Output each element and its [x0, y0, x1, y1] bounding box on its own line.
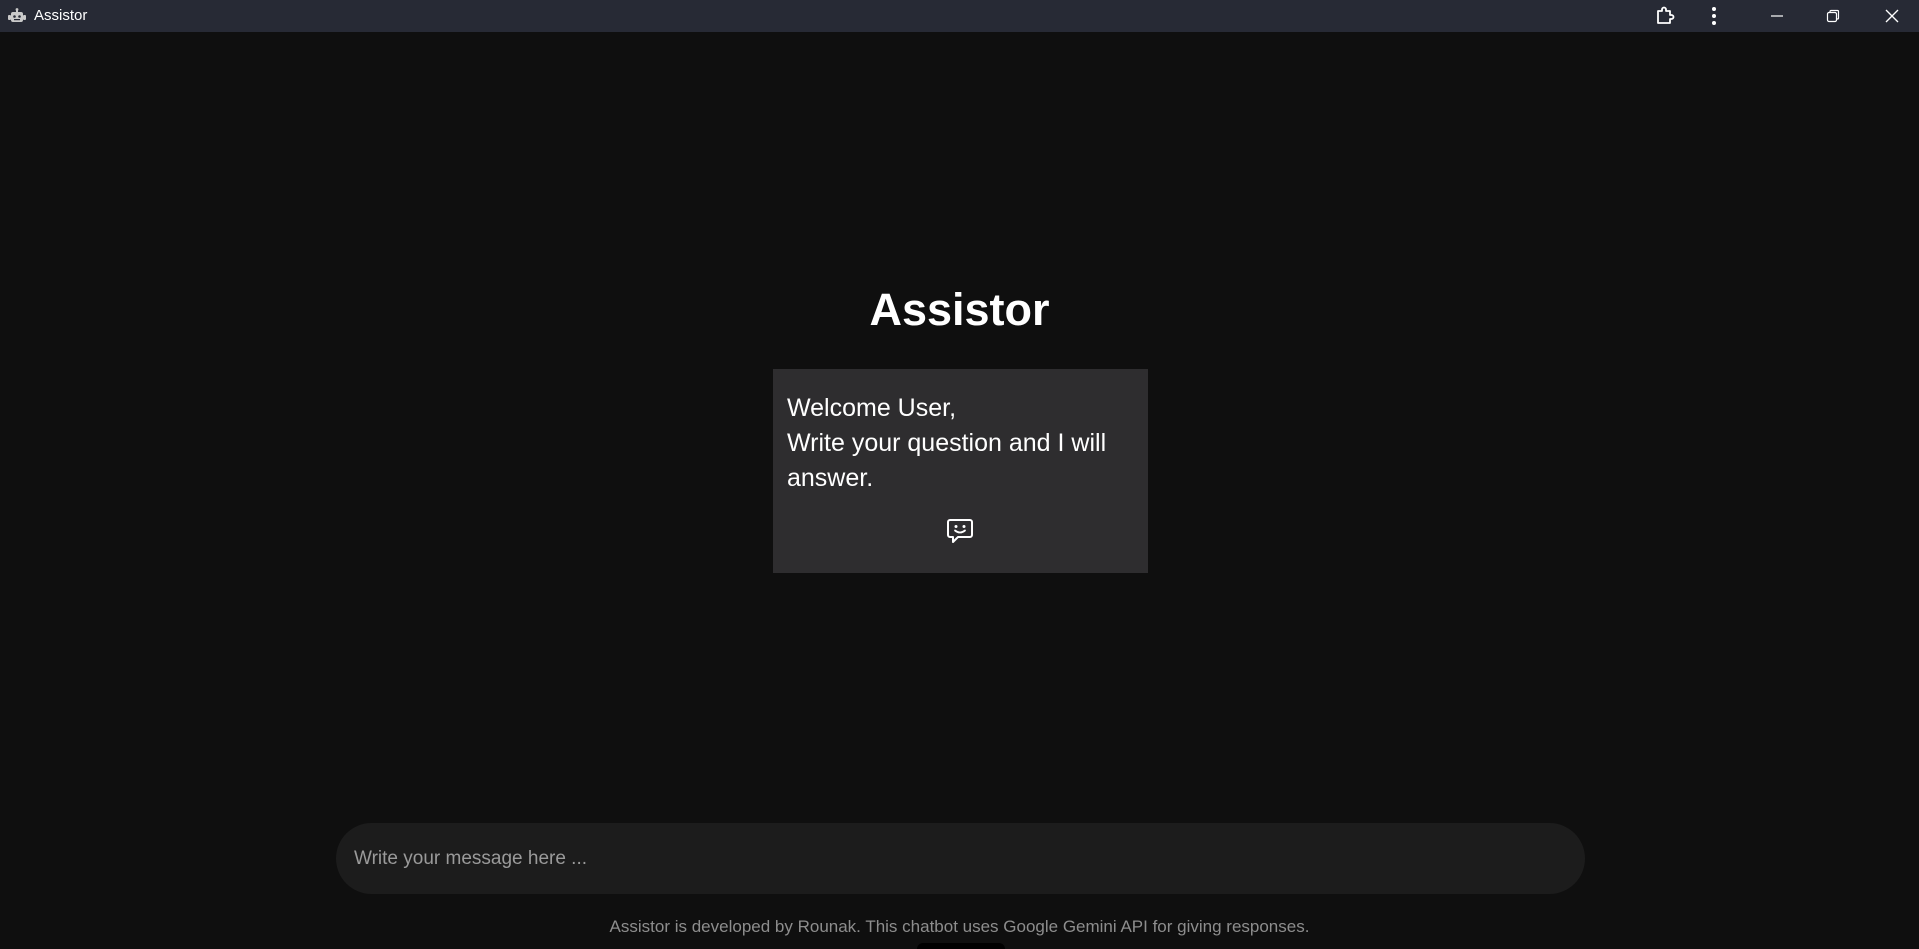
app-window: Assistor Assistor Welcome User, Write yo… — [0, 0, 1919, 949]
footer-note: Assistor is developed by Rounak. This ch… — [609, 917, 1310, 936]
welcome-greeting: Welcome User, — [787, 394, 957, 422]
title-bar: Assistor — [0, 0, 1919, 32]
welcome-instruction: Write your question and I will answer. — [787, 429, 1107, 492]
extension-button[interactable] — [1650, 0, 1680, 32]
close-icon — [1885, 9, 1898, 23]
welcome-card: Welcome User, Write your question and I … — [773, 369, 1148, 573]
close-button[interactable] — [1864, 0, 1919, 32]
message-input[interactable] — [354, 823, 1554, 894]
message-composer — [336, 823, 1585, 894]
minimize-button[interactable] — [1752, 0, 1802, 32]
more-vertical-icon — [1712, 7, 1716, 25]
restore-button[interactable] — [1808, 0, 1858, 32]
puzzle-piece-icon — [1657, 6, 1675, 24]
scroll-indicator — [917, 943, 1005, 949]
window-title: Assistor — [34, 7, 88, 24]
minimize-icon — [1771, 15, 1783, 17]
restore-icon — [1826, 9, 1840, 23]
robot-icon — [8, 8, 26, 22]
more-options-button[interactable] — [1700, 0, 1728, 32]
page-title: Assistor — [869, 284, 1050, 335]
chat-smile-icon — [947, 519, 973, 543]
